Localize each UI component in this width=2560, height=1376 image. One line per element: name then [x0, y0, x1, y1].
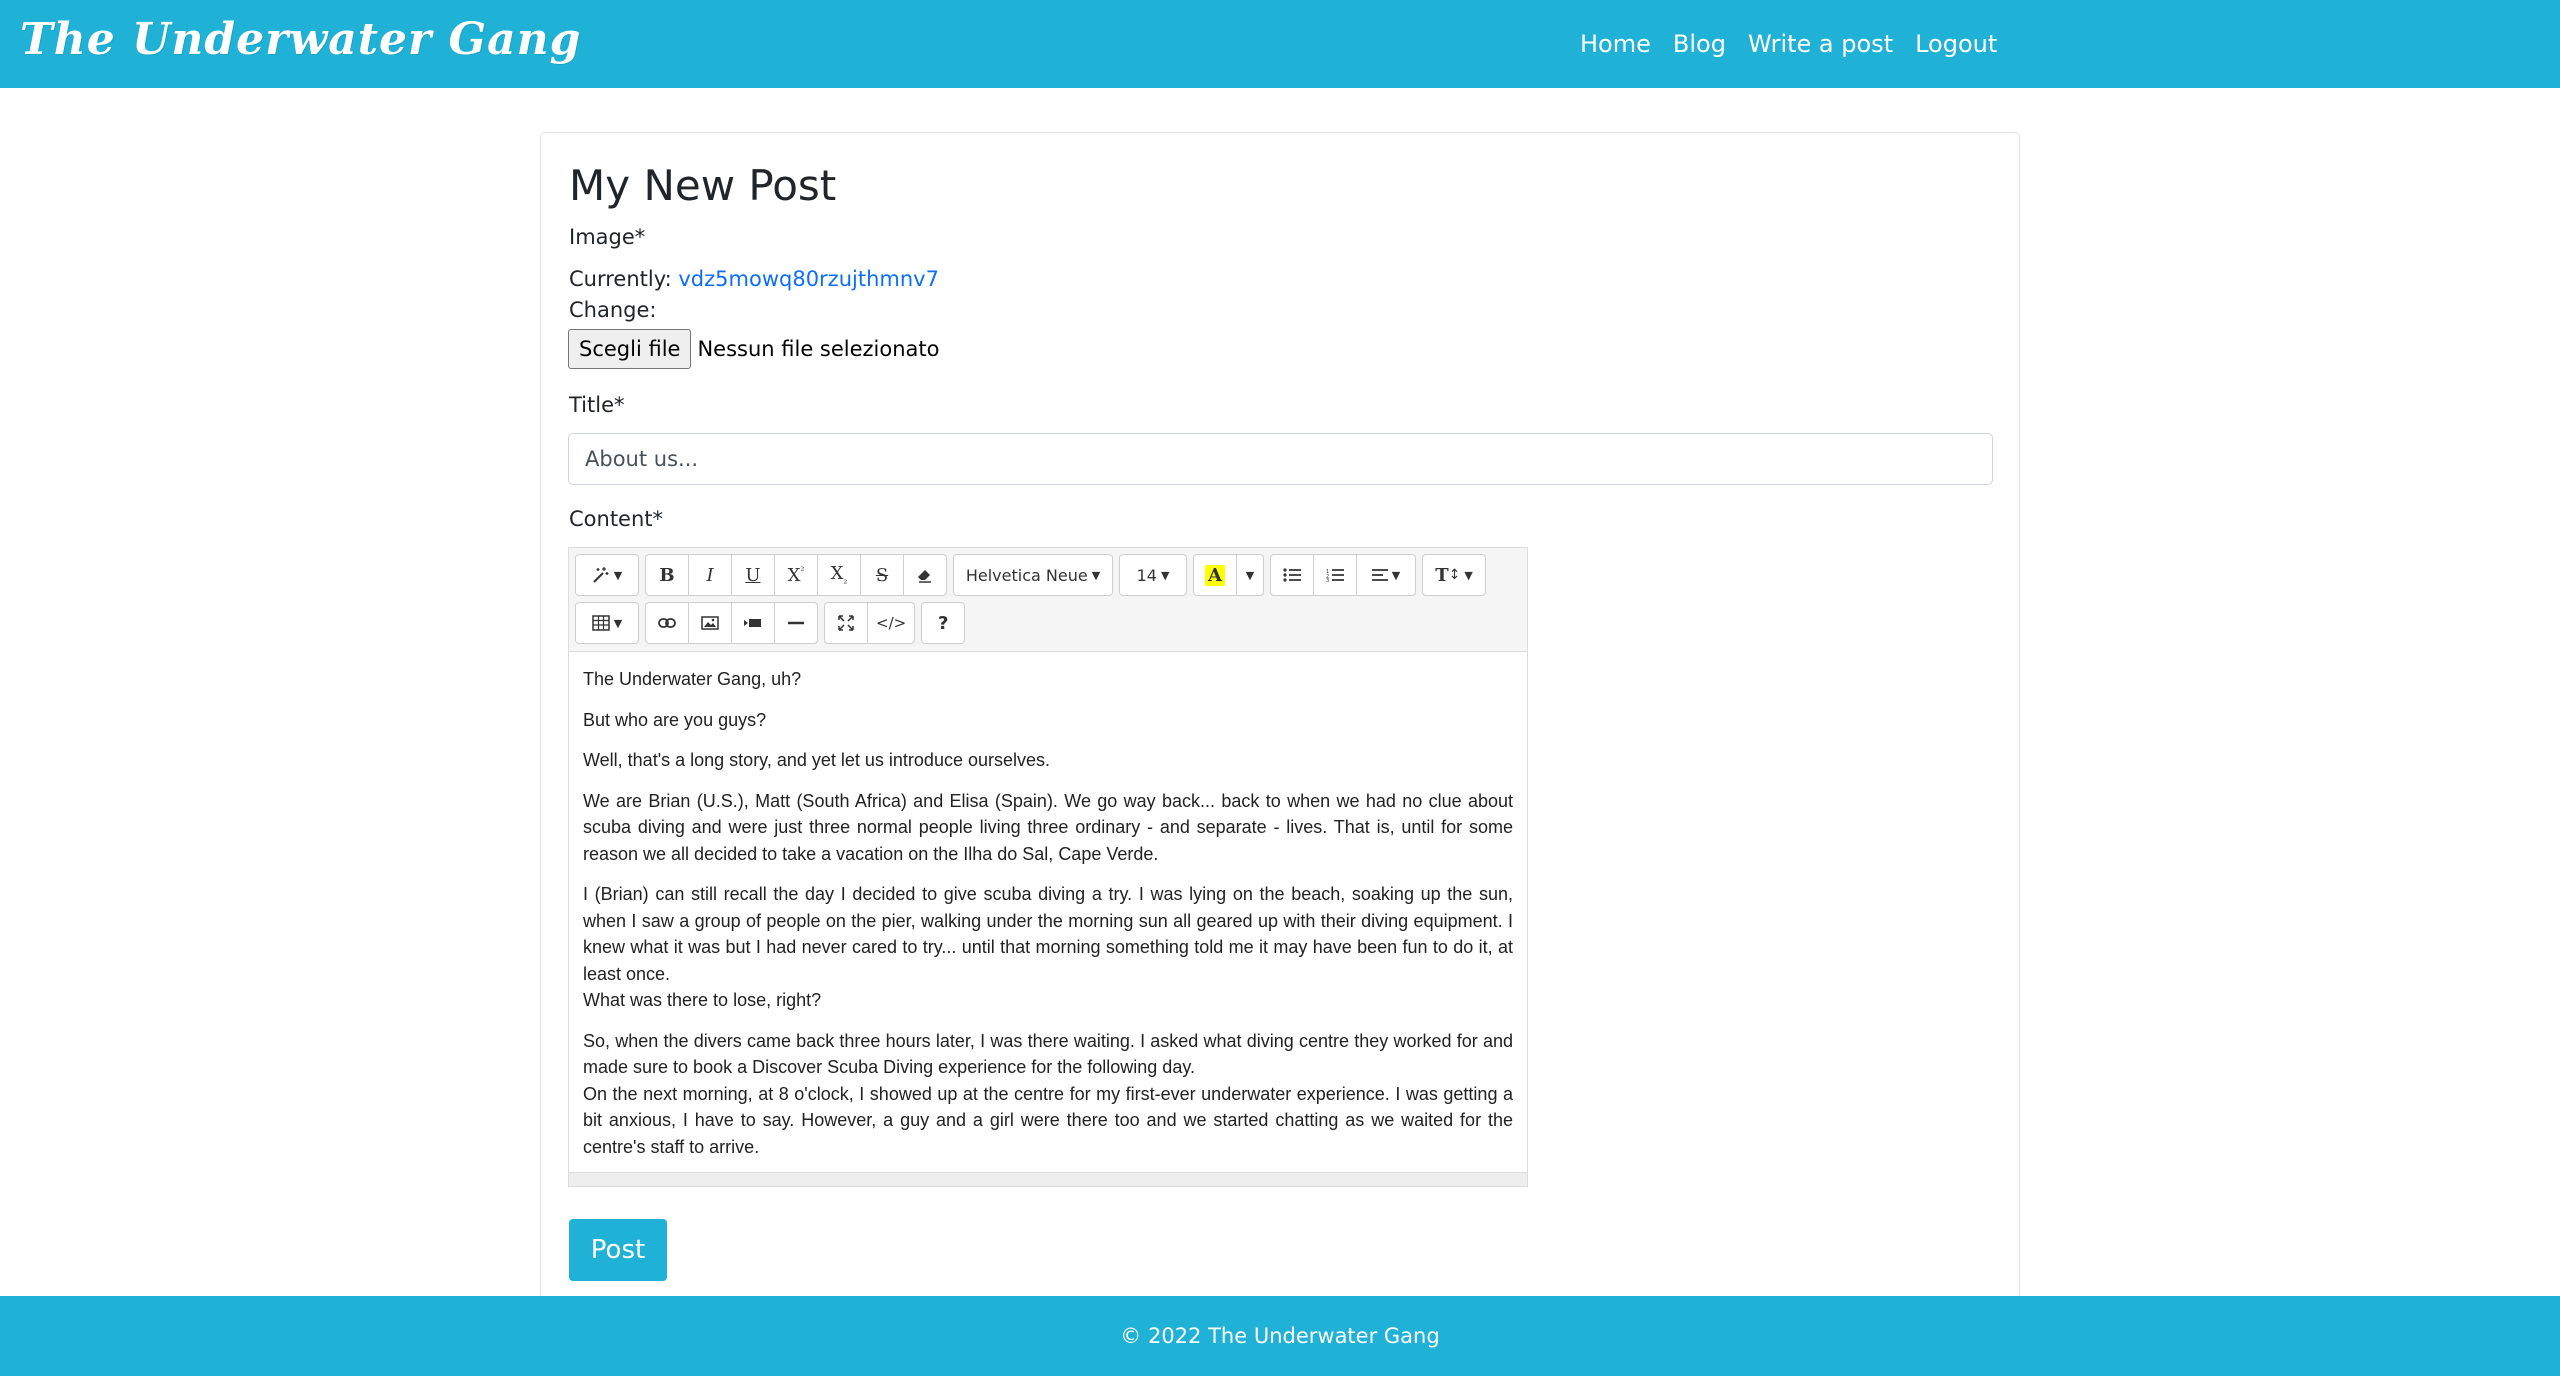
image-label: Image* — [569, 225, 646, 249]
subscript-icon[interactable]: X₂ — [817, 554, 861, 596]
nav-link-blog[interactable]: Blog — [1673, 26, 1726, 62]
change-label: Change: — [569, 298, 657, 322]
file-input: Scegli file Nessun file selezionato — [568, 329, 940, 369]
horizontal-rule-icon[interactable] — [774, 602, 818, 644]
title-label: Title* — [569, 393, 625, 417]
svg-text:3: 3 — [1326, 578, 1329, 582]
content-paragraph: But who are you guys? — [583, 709, 767, 730]
editor-toolbar: ▼ B I U X² X₂ S Helvetica Neue ▼ 14 ▼ A … — [569, 548, 1527, 652]
title-input-value: About us... — [585, 447, 699, 471]
editor-resize-bar[interactable] — [569, 1172, 1527, 1186]
content-paragraph: So, when the divers came back three hour… — [583, 1028, 1513, 1161]
file-status: Nessun file selezionato — [697, 337, 940, 361]
fullscreen-icon[interactable] — [824, 602, 868, 644]
content-label: Content* — [569, 507, 664, 531]
post-button[interactable]: Post — [569, 1219, 667, 1281]
content-line: What was there to lose, right? — [583, 990, 822, 1010]
help-icon[interactable]: ? — [921, 602, 966, 644]
footer-copyright: © 2022 The Underwater Gang — [1120, 1324, 1440, 1348]
content-line: I (Brian) can still recall the day I dec… — [583, 884, 1513, 984]
font-family-dropdown[interactable]: Helvetica Neue ▼ — [953, 554, 1113, 596]
brand-logo[interactable]: The Underwater Gang — [20, 14, 581, 65]
navbar: The Underwater Gang Home Blog Write a po… — [0, 0, 2560, 88]
content-paragraph: Well, that's a long story, and yet let u… — [583, 750, 1051, 770]
site-footer: © 2022 The Underwater Gang — [0, 1296, 2560, 1376]
current-image-row: Currently: vdz5mowq80rzujthmnv7 — [569, 267, 939, 291]
title-input[interactable]: About us... — [568, 433, 1993, 485]
superscript-icon[interactable]: X² — [774, 554, 818, 596]
nav-link-write-post[interactable]: Write a post — [1748, 26, 1893, 62]
current-image-link[interactable]: vdz5mowq80rzujthmnv7 — [678, 267, 939, 291]
page-title: My New Post — [569, 161, 837, 210]
content-paragraph: I (Brian) can still recall the day I dec… — [583, 881, 1513, 1014]
numbered-list-icon[interactable]: 123 — [1313, 554, 1357, 596]
italic-icon[interactable]: I — [688, 554, 732, 596]
currently-label: Currently: — [569, 267, 672, 291]
bold-icon[interactable]: B — [645, 554, 689, 596]
highlight-color-icon[interactable]: A — [1193, 554, 1237, 596]
link-icon[interactable] — [645, 602, 689, 644]
eraser-icon[interactable] — [903, 554, 947, 596]
code-view-icon[interactable]: </> — [867, 602, 916, 644]
image-icon[interactable] — [688, 602, 732, 644]
content-paragraph: We are Brian (U.S.), Matt (South Africa)… — [583, 790, 1513, 864]
editor-content-area[interactable]: The Underwater Gang, uh? But who are you… — [569, 652, 1527, 1170]
choose-file-button[interactable]: Scegli file — [568, 329, 692, 369]
content-line: So, when the divers came back three hour… — [583, 1030, 1513, 1078]
line-height-icon[interactable]: T ↕ ▼ — [1422, 554, 1486, 596]
font-family-value: Helvetica Neue — [965, 565, 1088, 585]
rich-text-editor: ▼ B I U X² X₂ S Helvetica Neue ▼ 14 ▼ A … — [568, 547, 1528, 1187]
font-size-dropdown[interactable]: 14 ▼ — [1119, 554, 1187, 596]
font-size-value: 14 — [1136, 565, 1157, 585]
underline-icon[interactable]: U — [731, 554, 775, 596]
nav-links: Home Blog Write a post Logout — [1580, 26, 2019, 62]
video-icon[interactable] — [731, 602, 775, 644]
strikethrough-icon[interactable]: S — [860, 554, 904, 596]
content-line: On the next morning, at 8 o'clock, I sho… — [583, 1083, 1513, 1157]
content-paragraph: The Underwater Gang, uh? — [583, 669, 802, 689]
table-icon[interactable]: ▼ — [575, 602, 639, 644]
post-form-card: My New Post Image* Currently: vdz5mowq80… — [540, 132, 2020, 1332]
bullet-list-icon[interactable] — [1270, 554, 1314, 596]
style-magic-icon[interactable]: ▼ — [575, 554, 639, 596]
color-dropdown-caret[interactable]: ▼ — [1236, 554, 1264, 596]
nav-link-home[interactable]: Home — [1580, 26, 1651, 62]
paragraph-align-icon[interactable]: ▼ — [1356, 554, 1416, 596]
nav-link-logout[interactable]: Logout — [1915, 26, 1997, 62]
